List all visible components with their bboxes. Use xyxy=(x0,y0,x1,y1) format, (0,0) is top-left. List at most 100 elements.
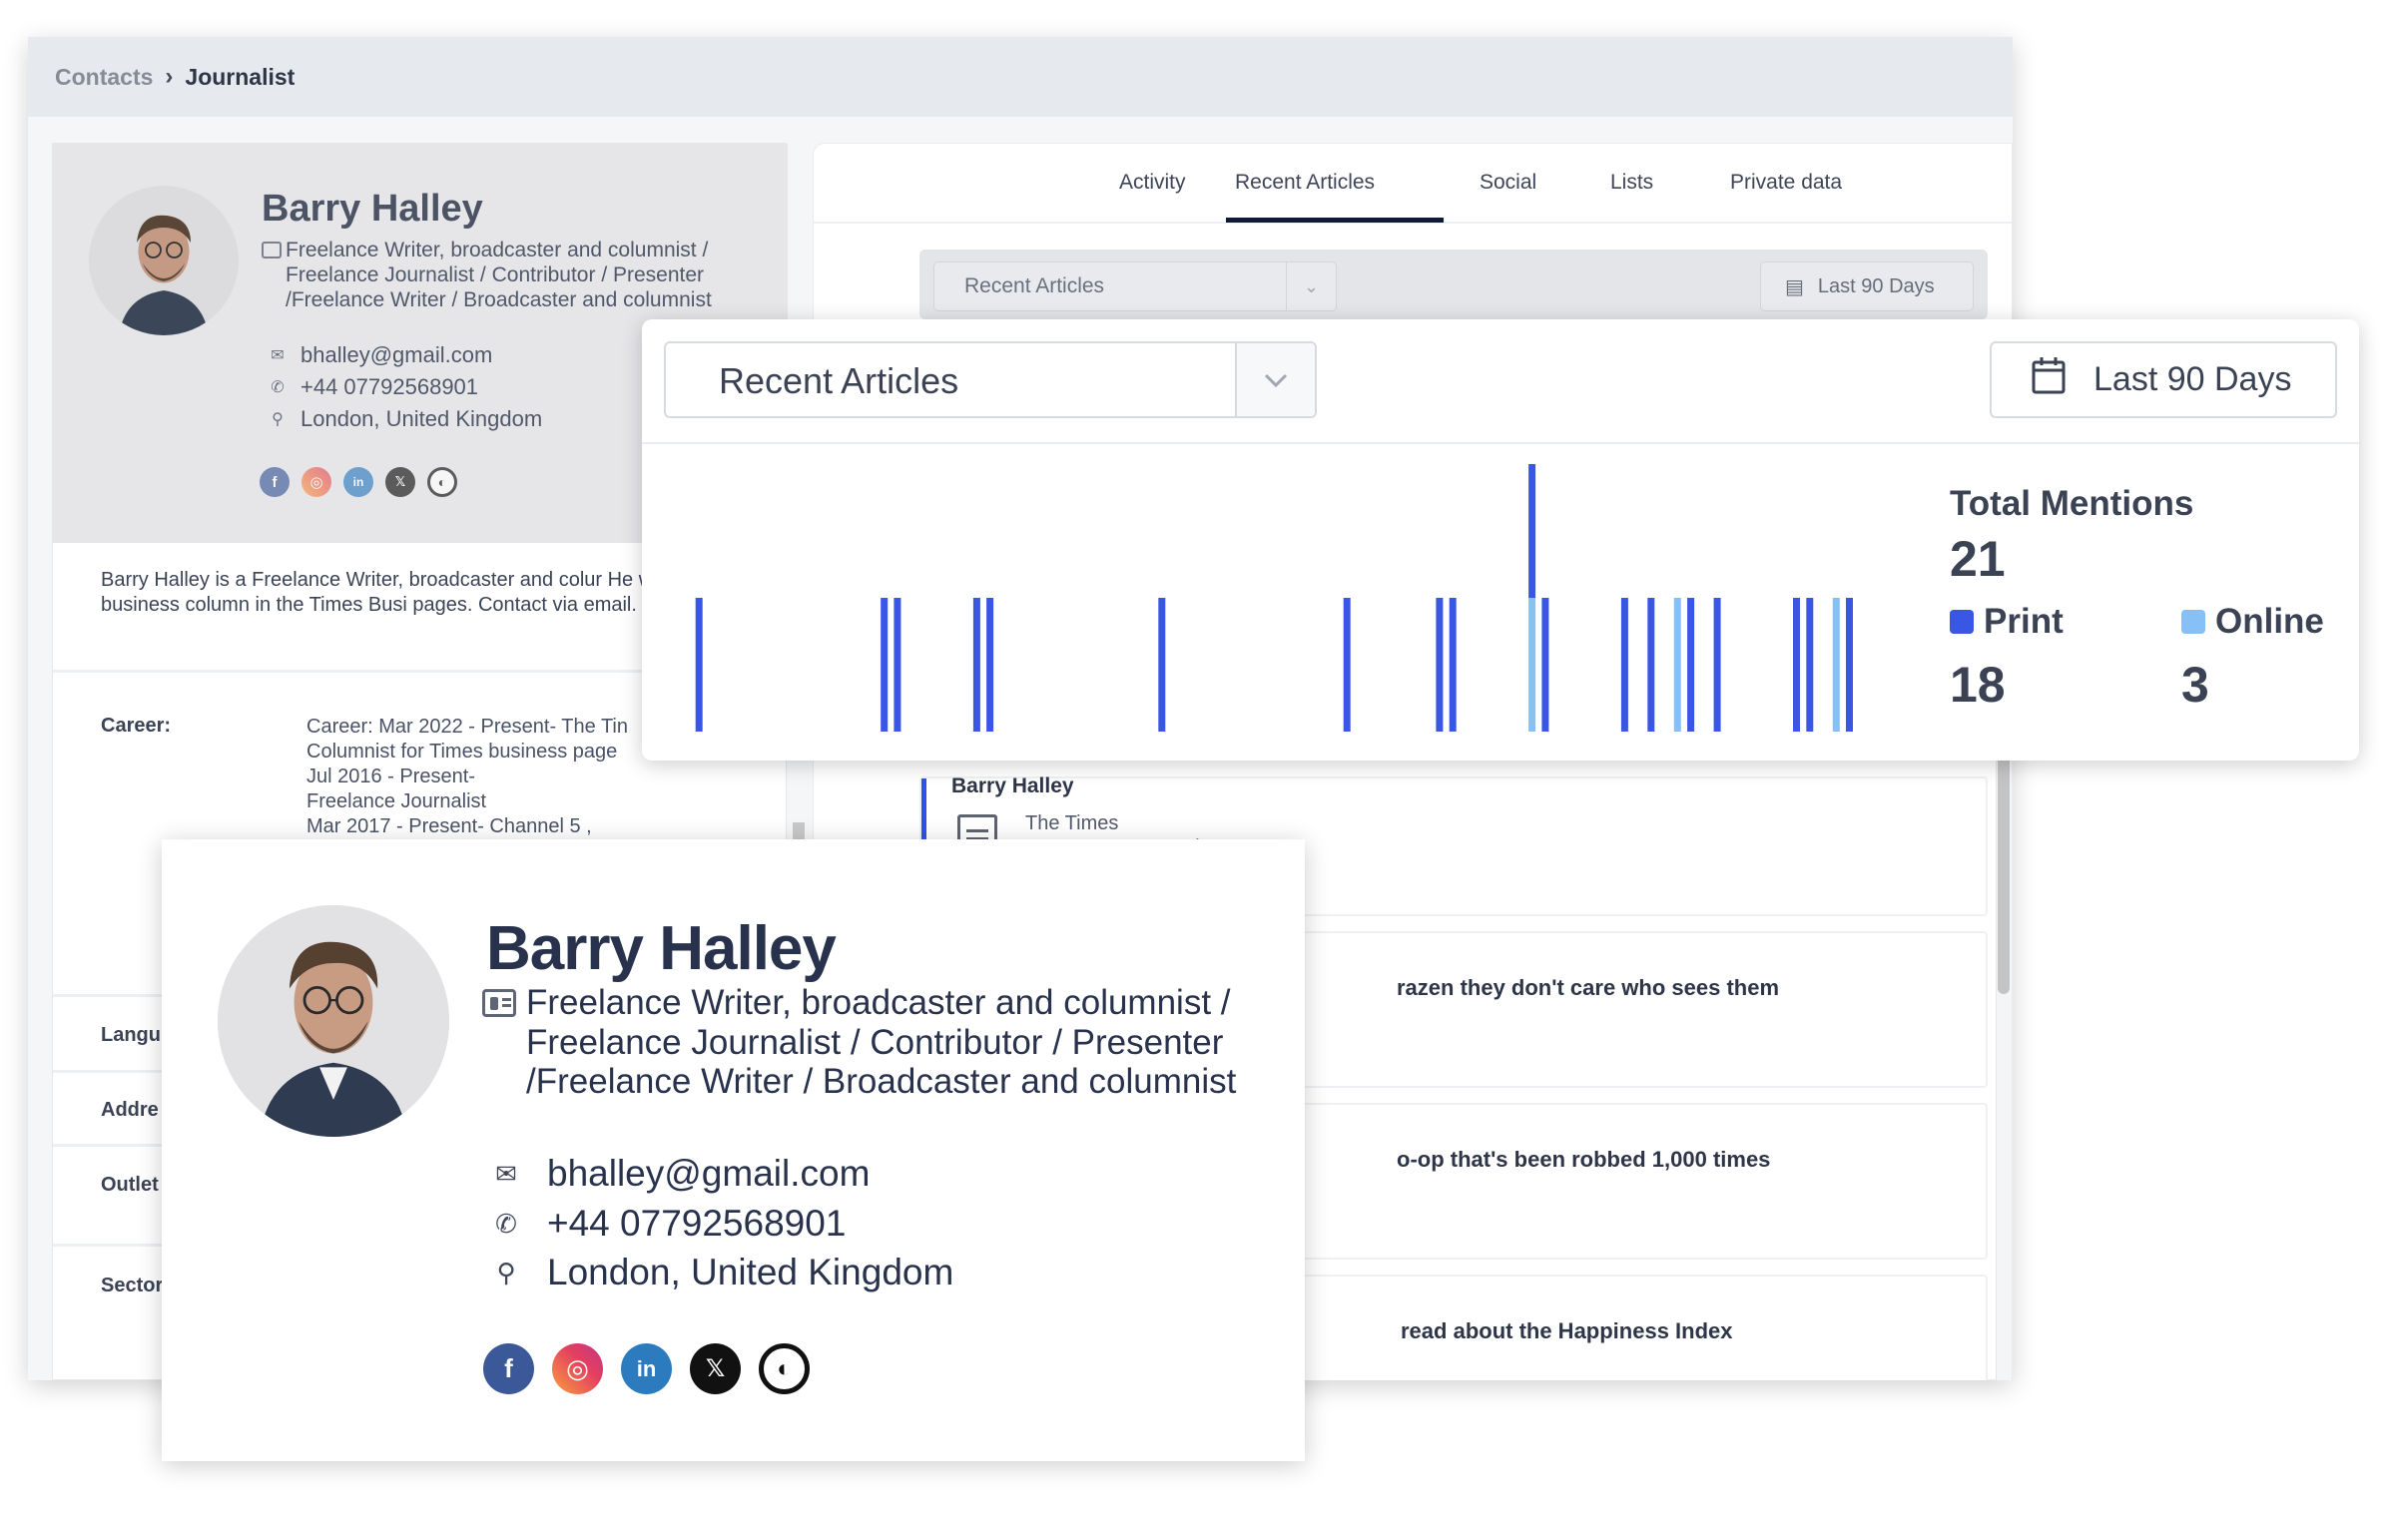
avatar xyxy=(89,186,239,335)
chart-view-select[interactable]: Recent Articles xyxy=(664,341,1317,418)
bar-print[interactable] xyxy=(1436,598,1444,732)
bar-online[interactable] xyxy=(1528,598,1536,732)
chevron-down-icon xyxy=(1235,343,1315,416)
bar-print[interactable] xyxy=(972,598,980,732)
email-text: bhalley@gmail.com xyxy=(300,342,493,367)
chart-view-select-value: Recent Articles xyxy=(719,360,959,401)
bar-print[interactable] xyxy=(1449,598,1457,732)
email-text: bhalley@gmail.com xyxy=(547,1153,871,1194)
id-card-icon xyxy=(262,242,282,258)
bar-print[interactable] xyxy=(1687,598,1695,732)
breadcrumb-current: Journalist xyxy=(185,63,296,90)
bar-print[interactable] xyxy=(1647,598,1655,732)
bar-print[interactable] xyxy=(1846,598,1853,732)
bar-print[interactable] xyxy=(986,598,994,732)
phone-text: +44 07792568901 xyxy=(300,374,479,399)
chevron-right-icon: › xyxy=(165,63,174,90)
bar-print[interactable] xyxy=(881,598,889,732)
globe-icon[interactable]: ◐ xyxy=(759,1343,810,1394)
globe-icon[interactable]: ◐ xyxy=(427,467,457,497)
contact-name: Barry Halley xyxy=(262,188,483,230)
calendar-icon xyxy=(2032,356,2066,403)
online-label: Online xyxy=(2215,602,2324,641)
article-title[interactable]: razen they don't care who sees them xyxy=(1397,975,1779,1001)
linkedin-icon[interactable]: in xyxy=(343,467,373,497)
bar-print[interactable] xyxy=(1713,598,1721,732)
bar-print[interactable] xyxy=(1806,598,1814,732)
tab-private-data[interactable]: Private data xyxy=(1730,171,1842,195)
x-icon[interactable]: 𝕏 xyxy=(385,467,415,497)
bar-print[interactable] xyxy=(1158,598,1166,732)
linkedin-icon[interactable]: in xyxy=(621,1343,672,1394)
print-count: 18 xyxy=(1950,657,2006,713)
career-line: Jul 2016 - Present- xyxy=(306,766,475,787)
mentions-chart-card: Recent Articles Last 90 Days Total Menti… xyxy=(642,319,2359,761)
facebook-icon[interactable]: f xyxy=(483,1343,534,1394)
contact-role: Freelance Writer, broadcaster and column… xyxy=(286,239,712,311)
bar-print[interactable] xyxy=(894,598,901,732)
bar-print[interactable] xyxy=(695,598,703,732)
phone-text: +44 07792568901 xyxy=(547,1203,847,1244)
legend-online: Online xyxy=(2181,602,2324,642)
instagram-icon[interactable]: ◎ xyxy=(552,1343,603,1394)
bar-print[interactable] xyxy=(1343,598,1351,732)
articles-scrollbar-thumb[interactable] xyxy=(1998,733,2010,994)
tab-activity[interactable]: Activity xyxy=(1119,171,1186,195)
online-swatch xyxy=(2181,610,2205,634)
total-mentions-label: Total Mentions xyxy=(1950,484,2194,523)
x-icon[interactable]: 𝕏 xyxy=(690,1343,741,1394)
calendar-icon: ▤ xyxy=(1785,275,1804,298)
chart-date-range-button[interactable]: Last 90 Days xyxy=(1990,341,2337,418)
breadcrumb-contacts-link[interactable]: Contacts xyxy=(55,64,153,91)
tab-social[interactable]: Social xyxy=(1480,171,1536,195)
online-count: 3 xyxy=(2181,657,2209,713)
chevron-down-icon: ⌄ xyxy=(1286,262,1336,310)
language-label: Langu xyxy=(101,1024,161,1046)
article-source: The Times xyxy=(1025,812,1119,834)
contact-phone[interactable]: ✆ +44 07792568901 xyxy=(267,374,478,400)
date-range-button[interactable]: ▤ Last 90 Days xyxy=(1760,261,1974,311)
contact-phone[interactable]: ✆ +44 07792568901 xyxy=(491,1203,846,1245)
sector-label: Sector xyxy=(101,1275,164,1296)
contact-location: ⚲ London, United Kingdom xyxy=(267,406,542,432)
view-select[interactable]: Recent Articles ⌄ xyxy=(933,261,1337,311)
total-mentions-value: 21 xyxy=(1950,531,2006,587)
map-pin-icon: ⚲ xyxy=(496,1257,516,1287)
tab-lists[interactable]: Lists xyxy=(1610,171,1653,195)
career-label: Career: xyxy=(101,715,172,737)
instagram-icon[interactable]: ◎ xyxy=(301,467,331,497)
active-tab-indicator xyxy=(1226,218,1444,223)
contact-email[interactable]: ✉ bhalley@gmail.com xyxy=(491,1153,870,1195)
contact-role: Freelance Writer, broadcaster and column… xyxy=(526,983,1237,1101)
tab-recent-articles[interactable]: Recent Articles xyxy=(1235,171,1375,195)
print-label: Print xyxy=(1984,602,2064,641)
location-text: London, United Kingdom xyxy=(300,406,543,431)
bar-print[interactable] xyxy=(1793,598,1800,732)
bar-print[interactable] xyxy=(1541,598,1549,732)
view-select-value: Recent Articles xyxy=(964,274,1105,297)
envelope-icon: ✉ xyxy=(495,1158,517,1189)
filter-bar: Recent Articles ⌄ ▤ Last 90 Days xyxy=(919,250,1988,319)
breadcrumb: Contacts › Journalist xyxy=(28,37,2013,117)
phone-icon: ✆ xyxy=(271,379,285,396)
id-card-icon xyxy=(482,989,516,1017)
facebook-icon[interactable]: f xyxy=(260,467,290,497)
tab-bar: Activity Recent Articles Social Lists Pr… xyxy=(814,144,2012,224)
chart-date-range-label: Last 90 Days xyxy=(2093,360,2292,398)
profile-card: Barry Halley Freelance Writer, broadcast… xyxy=(162,839,1305,1461)
contact-location: ⚲ London, United Kingdom xyxy=(491,1252,953,1293)
career-line: Mar 2017 - Present- Channel 5 , xyxy=(306,815,592,837)
mentions-bar-chart xyxy=(695,464,1853,732)
bar-online[interactable] xyxy=(1673,598,1681,732)
article-title[interactable]: read about the Happiness Index xyxy=(1401,1318,1733,1344)
social-links: f ◎ in 𝕏 ◐ xyxy=(483,1343,810,1394)
article-title[interactable]: o-op that's been robbed 1,000 times xyxy=(1397,1147,1770,1173)
bar-print[interactable] xyxy=(1620,598,1628,732)
contact-name: Barry Halley xyxy=(486,914,837,983)
bar-print[interactable] xyxy=(1528,464,1536,598)
avatar xyxy=(218,905,449,1137)
bar-online[interactable] xyxy=(1832,598,1840,732)
career-line: Freelance Journalist xyxy=(306,790,487,812)
contact-email[interactable]: ✉ bhalley@gmail.com xyxy=(267,342,492,368)
location-text: London, United Kingdom xyxy=(547,1252,954,1292)
